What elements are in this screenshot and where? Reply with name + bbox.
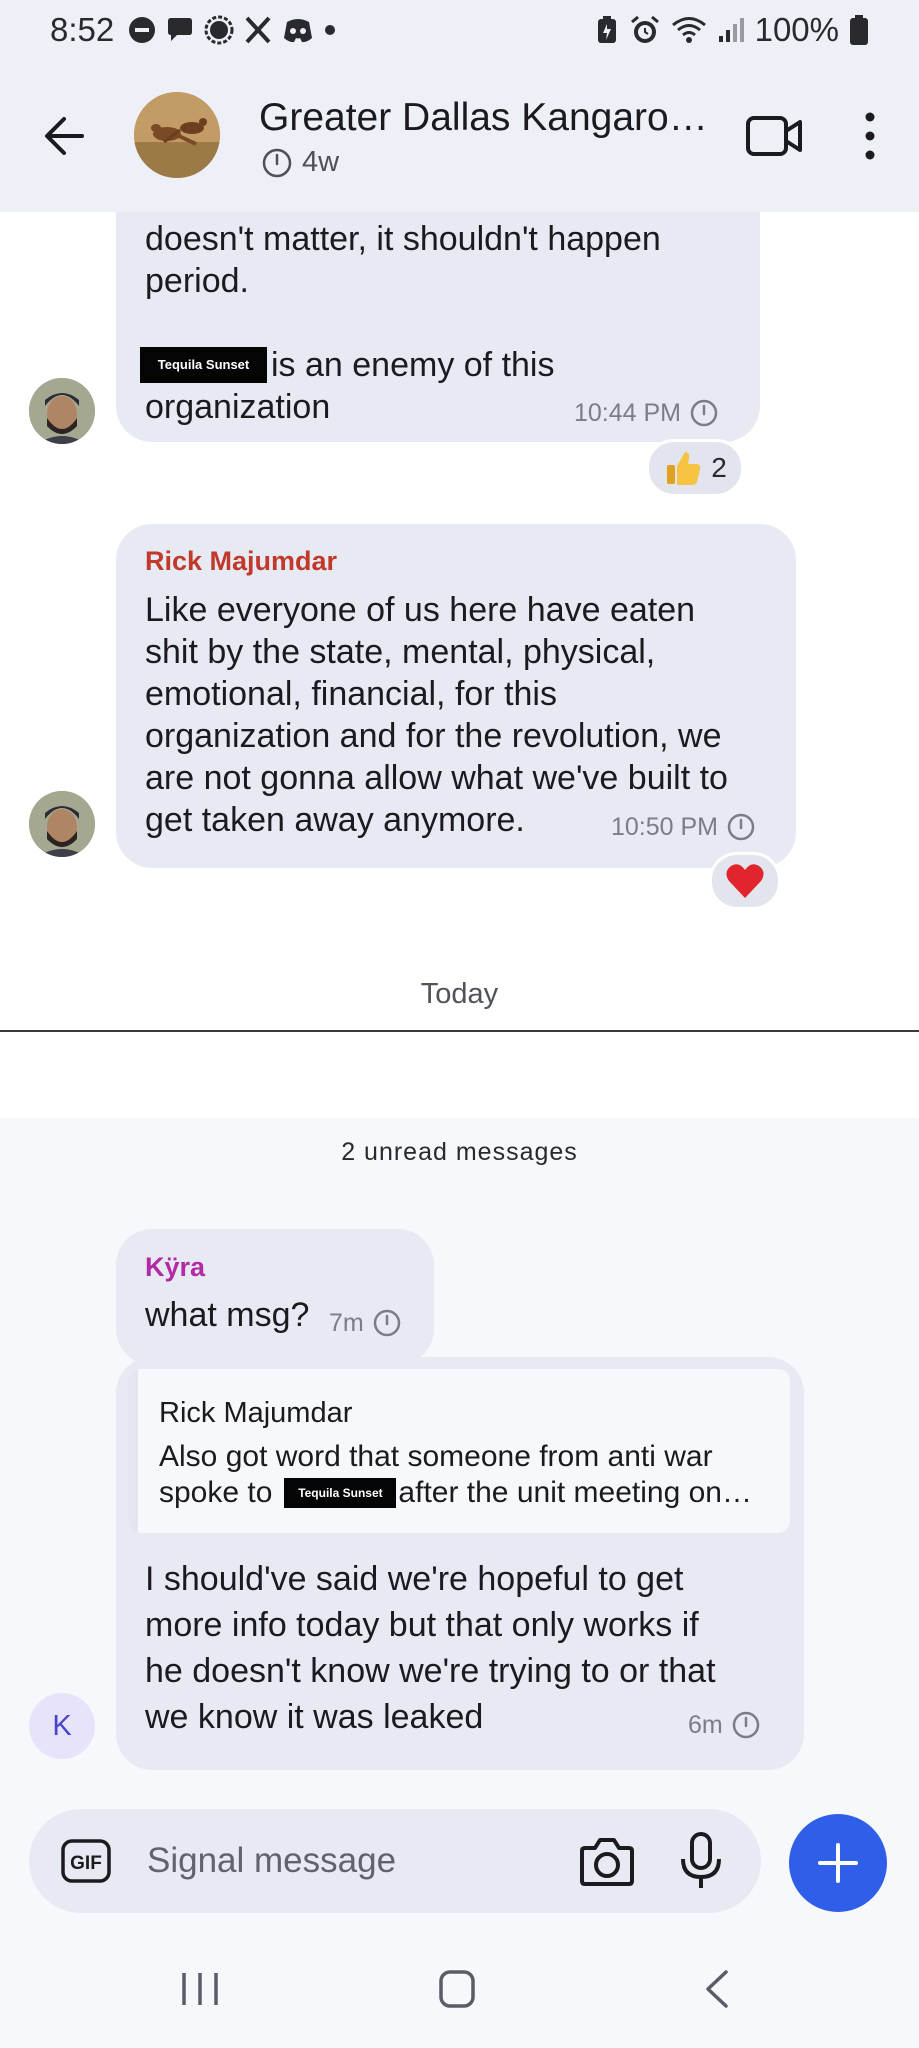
message-text-line: emotional, financial, for this xyxy=(145,675,557,713)
message-text: what msg? xyxy=(145,1296,310,1334)
discord-icon xyxy=(284,19,313,43)
red-heart-icon xyxy=(726,864,764,898)
quote-text-fragment: spoke to xyxy=(159,1476,273,1509)
battery-icon xyxy=(850,15,868,45)
message-input[interactable] xyxy=(147,1833,447,1889)
message-meta: 10:50 PM xyxy=(611,812,756,842)
message-text-line: he doesn't know we're trying to or that xyxy=(145,1652,716,1690)
status-time: 8:52 xyxy=(50,11,115,48)
alarm-icon xyxy=(630,15,659,43)
battery-saver-icon xyxy=(597,16,616,43)
message-meta: 7m xyxy=(329,1308,402,1338)
home-icon[interactable] xyxy=(438,1969,476,2009)
back-nav-icon[interactable] xyxy=(702,1969,732,2009)
avatar[interactable]: K xyxy=(29,1693,95,1759)
date-divider: Today xyxy=(420,978,499,1010)
message-meta: 6m xyxy=(688,1710,761,1740)
composer-area: GIF xyxy=(0,1802,919,1915)
reaction-count: 2 xyxy=(711,452,727,483)
message-text-fragment: is an enemy of this xyxy=(271,346,555,384)
timer-label: 4w xyxy=(302,146,340,178)
message-text-line: period. xyxy=(145,262,249,300)
conversation-header: Greater Dallas Kangaro… 4w xyxy=(0,60,919,212)
message-time: 10:44 PM xyxy=(574,398,682,427)
video-camera-icon[interactable] xyxy=(745,110,803,162)
message-text-line: Like everyone of us here have eaten xyxy=(145,591,696,629)
redaction-box: Tequila Sunset xyxy=(140,347,267,383)
attach-plus-button[interactable] xyxy=(789,1814,887,1912)
avatar[interactable] xyxy=(29,378,95,444)
composer: GIF xyxy=(29,1809,761,1913)
quote-text-line: Also got word that someone from anti war xyxy=(159,1440,713,1473)
x-app-icon xyxy=(245,16,271,44)
message-list[interactable]: doesn't matter, it shouldn't happen peri… xyxy=(0,212,919,1802)
man-avatar-photo xyxy=(29,378,95,444)
gif-label: GIF xyxy=(70,1853,102,1874)
recent-apps-icon[interactable] xyxy=(180,1971,220,2007)
more-vert-icon[interactable] xyxy=(855,108,885,164)
message-text-line: more info today but that only works if xyxy=(145,1606,699,1644)
message-text-line: I should've said we're hopeful to get xyxy=(145,1560,684,1598)
timer-icon xyxy=(727,813,755,841)
camera-icon[interactable] xyxy=(579,1834,635,1888)
message-text-line: shit by the state, mental, physical, xyxy=(145,633,656,671)
redaction-box: Tequila Sunset xyxy=(284,1478,397,1508)
unread-messages-label: 2 unread messages xyxy=(341,1138,578,1166)
group-avatar[interactable] xyxy=(134,92,220,178)
message-text-line: doesn't matter, it shouldn't happen xyxy=(145,220,661,258)
message-text-line: we know it was leaked xyxy=(145,1698,484,1736)
quoted-message[interactable]: Rick Majumdar Also got word that someone… xyxy=(128,1369,790,1533)
quote-text-fragment: after the unit meeting on… xyxy=(398,1476,752,1509)
back-arrow-icon[interactable] xyxy=(38,108,94,164)
sender-name: Kÿra xyxy=(145,1252,206,1282)
group-name[interactable]: Greater Dallas Kangaro… xyxy=(259,96,719,140)
cell-signal-icon xyxy=(718,18,744,42)
dot-icon xyxy=(325,25,336,35)
quote-accent-bar xyxy=(128,1369,138,1533)
plus-icon xyxy=(818,1843,858,1883)
battery-percentage: 100% xyxy=(754,11,839,48)
microphone-icon[interactable] xyxy=(679,1831,723,1891)
wifi-icon xyxy=(671,17,706,43)
message-text-line: Tequila Sunset is an enemy of this xyxy=(140,344,554,386)
unread-divider-line xyxy=(0,1030,919,1032)
disappearing-timer: 4w xyxy=(261,146,339,179)
quote-sender: Rick Majumdar xyxy=(159,1397,353,1429)
message-text-line: are not gonna allow what we've built to xyxy=(145,759,728,797)
chat-bubble-icon xyxy=(168,18,193,41)
message-text-line: organization and for the revolution, we xyxy=(145,717,722,755)
system-navigation-bar xyxy=(0,1915,919,2048)
status-bar: 8:52 100% xyxy=(0,0,919,60)
notification-icons xyxy=(128,15,337,45)
kangaroo-photo xyxy=(134,92,220,178)
message-time: 10:50 PM xyxy=(611,812,719,841)
man-avatar-photo xyxy=(29,791,95,857)
message-text-line: organization xyxy=(145,388,331,426)
message-time: 6m xyxy=(688,1710,723,1739)
reaction-pill[interactable]: 2 xyxy=(646,439,744,497)
message-time: 7m xyxy=(329,1308,364,1337)
message-text-line: get taken away anymore. xyxy=(145,801,525,839)
thumbs-up-icon xyxy=(667,452,701,485)
timer-icon xyxy=(373,1309,400,1337)
system-icons: 100% xyxy=(595,11,869,49)
gif-icon[interactable]: GIF xyxy=(61,1839,111,1883)
timer-icon xyxy=(262,148,292,177)
timer-icon xyxy=(732,1711,759,1739)
timer-icon xyxy=(690,399,718,427)
do-not-disturb-icon xyxy=(129,17,156,43)
reaction-pill[interactable] xyxy=(709,852,781,910)
message-meta: 10:44 PM xyxy=(574,398,719,428)
quote-text-line: spoke to Tequila Sunset after the unit m… xyxy=(159,1475,752,1511)
avatar[interactable] xyxy=(29,791,95,857)
sender-name: Rick Majumdar xyxy=(145,546,338,576)
signal-app-icon xyxy=(204,15,234,45)
